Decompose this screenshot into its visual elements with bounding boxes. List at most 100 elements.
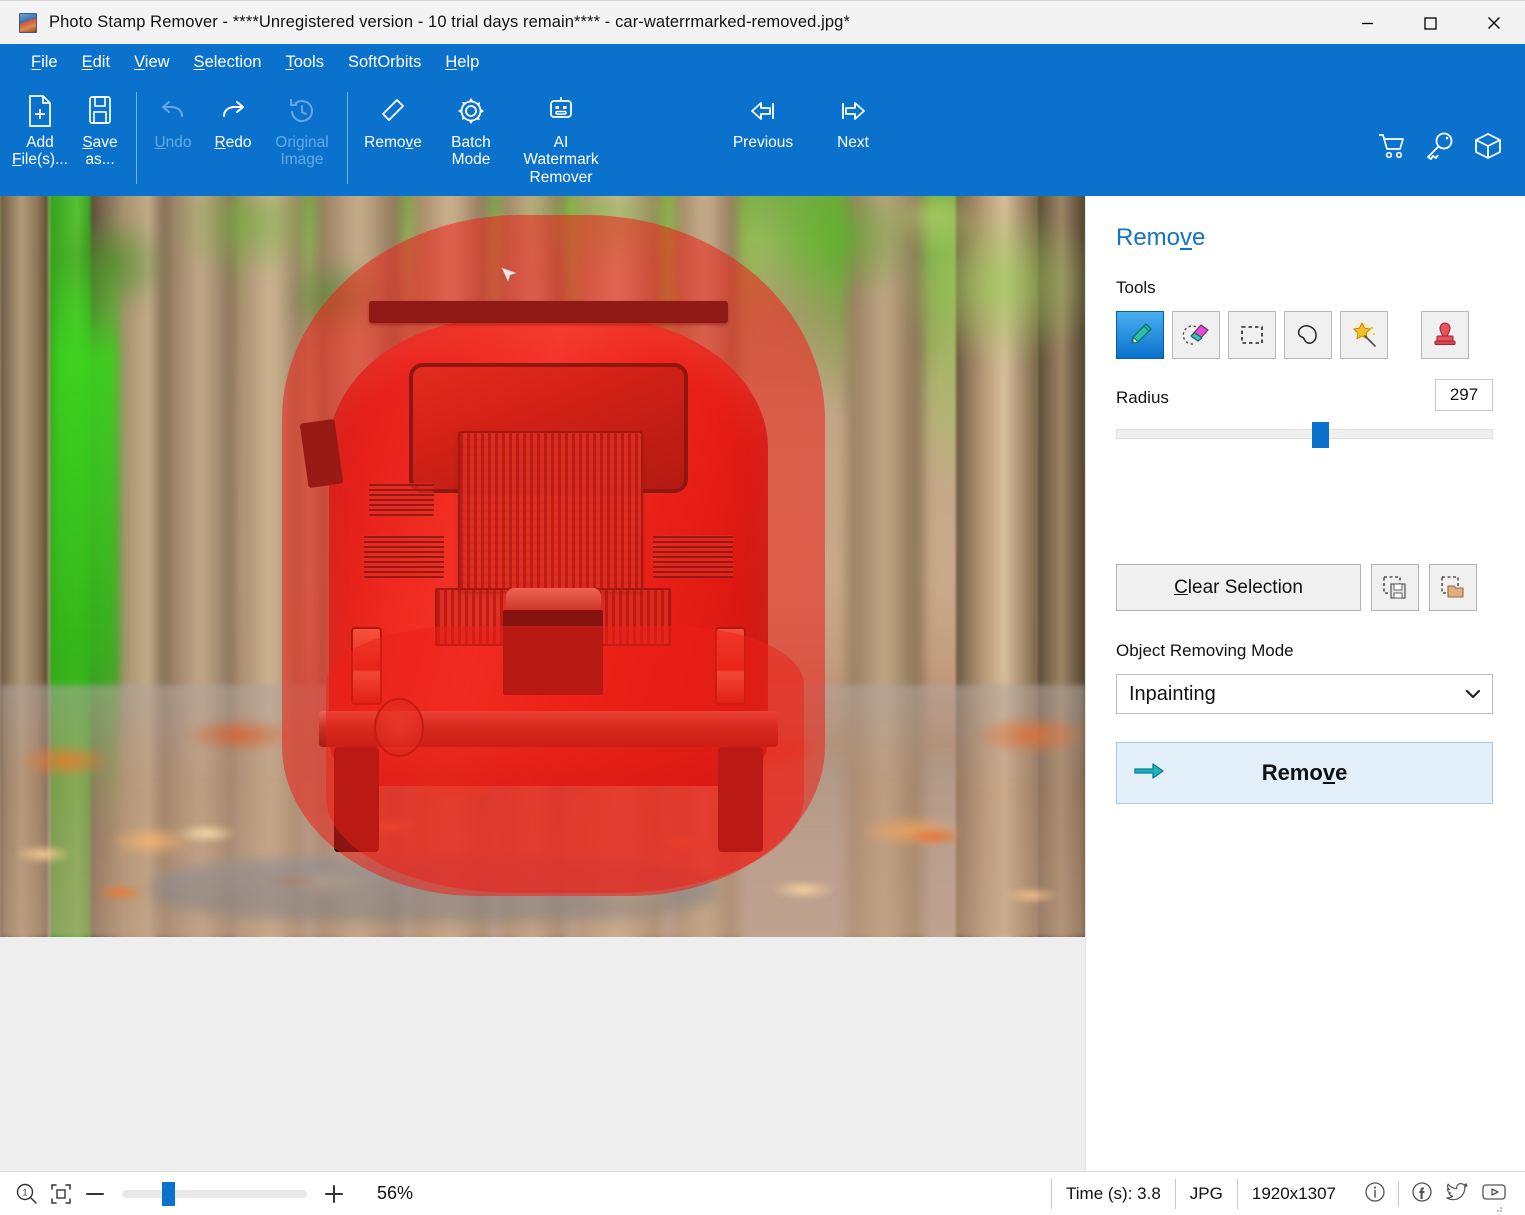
menu-tools[interactable]: Tools: [273, 50, 336, 76]
document-add-icon: [25, 90, 55, 132]
menu-view[interactable]: View: [122, 50, 181, 76]
maximize-button[interactable]: [1399, 1, 1462, 45]
car-license-plate: [503, 610, 604, 696]
save-selection-icon: [1383, 575, 1406, 599]
toolbar-previous-label: Previous: [732, 134, 794, 151]
resize-grip-icon[interactable]: [1493, 1203, 1503, 1213]
toolbar-separator-1: [136, 92, 137, 184]
car-vent-left-2: [363, 535, 444, 579]
radius-row: Radius 297: [1116, 379, 1493, 411]
lasso-icon: [1297, 325, 1317, 344]
object-removing-mode-label: Object Removing Mode: [1116, 641, 1294, 660]
radius-slider[interactable]: [1116, 422, 1493, 448]
eraser-icon: [377, 90, 409, 132]
tool-lasso[interactable]: [1284, 311, 1332, 359]
toolbar-separator-2: [347, 92, 348, 184]
arrow-right-icon: [837, 90, 869, 132]
remove-button-label: Remove: [1261, 760, 1348, 785]
radius-value-input[interactable]: 297: [1435, 379, 1493, 411]
toolbar-ai-label1: AI: [553, 134, 569, 151]
status-right: Time (s): 3.8 JPG 1920x1307: [1051, 1172, 1507, 1215]
toolbar-original-image-label1: Original: [275, 134, 329, 151]
toolbar-batch-mode[interactable]: Batch Mode: [432, 82, 510, 182]
toolbar-redo-label: Redo: [214, 134, 252, 151]
car-taillight-left: [351, 626, 383, 705]
toolbar-save-as-label1: Save: [82, 134, 118, 151]
object-removing-mode-select[interactable]: Inpainting: [1116, 674, 1493, 714]
minimize-button[interactable]: [1336, 1, 1399, 45]
menu-tools-label: T: [285, 53, 294, 71]
menu-edit-rest: dit: [92, 53, 111, 71]
menu-softorbits-label: SoftOrbits: [347, 53, 422, 71]
zoom-out-button[interactable]: [78, 1177, 112, 1211]
image-canvas-area[interactable]: [0, 196, 1086, 1171]
menu-help[interactable]: Help: [433, 50, 491, 76]
zoom-in-button[interactable]: [317, 1177, 351, 1211]
menu-view-label: V: [134, 53, 145, 71]
toolbar-remove[interactable]: Remove: [354, 82, 432, 182]
menu-file[interactable]: File: [19, 50, 70, 76]
toolbar-previous[interactable]: Previous: [712, 82, 814, 182]
tool-eraser[interactable]: [1172, 311, 1220, 359]
twitter-icon[interactable]: [1445, 1181, 1469, 1208]
remove-button[interactable]: Remove: [1116, 742, 1493, 804]
redo-arrow-icon: [217, 90, 249, 132]
toolbar-original-image[interactable]: Original Image: [263, 82, 341, 182]
radius-label: Radius: [1116, 388, 1169, 407]
zoom-one-to-one-icon[interactable]: 1: [10, 1177, 44, 1211]
zoom-slider[interactable]: [122, 1181, 307, 1206]
car-taillight-right: [714, 626, 746, 705]
zoom-slider-thumb[interactable]: [162, 1181, 176, 1206]
toolbar-ai-watermark-remover[interactable]: AI Watermark Remover: [510, 82, 612, 186]
toolbar-next[interactable]: Next: [814, 82, 892, 182]
open-selection-button[interactable]: [1429, 564, 1477, 611]
floppy-save-icon: [85, 90, 115, 132]
menu-edit[interactable]: Edit: [70, 50, 122, 76]
close-button[interactable]: [1462, 1, 1525, 45]
window-title: Photo Stamp Remover - ****Unregistered v…: [49, 13, 850, 31]
facebook-icon[interactable]: [1411, 1181, 1433, 1208]
menu-selection[interactable]: Selection: [182, 50, 274, 76]
status-format: JPG: [1174, 1179, 1237, 1209]
menu-file-rest: ile: [41, 53, 58, 71]
box-icon[interactable]: [1473, 132, 1503, 165]
svg-text:1: 1: [22, 1187, 27, 1197]
menu-help-label: H: [445, 53, 458, 71]
chevron-down-icon: [1466, 689, 1480, 699]
tool-brush[interactable]: [1116, 311, 1164, 359]
toolbar-redo[interactable]: Redo: [203, 82, 263, 182]
status-dimensions: 1920x1307: [1236, 1179, 1350, 1209]
magic-wand-icon: [1353, 322, 1376, 347]
menu-softorbits[interactable]: SoftOrbits: [336, 50, 433, 76]
toolbar-ai-label3: Remover: [529, 168, 593, 186]
menu-bar: File Edit View Selection Tools SoftOrbit…: [0, 44, 1525, 82]
clear-selection-button[interactable]: Clear Selection: [1116, 564, 1361, 611]
tools-row: [1116, 311, 1493, 359]
pencil-brush-icon: [1131, 323, 1152, 344]
menu-edit-label: E: [81, 53, 93, 71]
toolbar-original-image-label2: Image: [280, 151, 324, 169]
toolbar-undo[interactable]: Undo: [143, 82, 203, 182]
menu-help-rest: elp: [457, 53, 480, 71]
arrow-left-icon: [747, 90, 779, 132]
photo-image[interactable]: [0, 196, 1085, 937]
tool-rectangle-select[interactable]: [1228, 311, 1276, 359]
fit-to-window-icon[interactable]: [44, 1177, 78, 1211]
toolbar-save-as[interactable]: Save as...: [70, 82, 130, 182]
main-toolbar: Add File(s)... Save as... Undo Redo Orig…: [0, 82, 1525, 196]
history-clock-icon: [286, 90, 318, 132]
toolbar-add-files-label1: Add: [26, 134, 54, 151]
key-icon[interactable]: [1425, 132, 1455, 165]
tool-clone-stamp[interactable]: [1421, 311, 1469, 359]
tool-magic-wand[interactable]: [1340, 311, 1388, 359]
zoom-percent-label: 56%: [377, 1183, 414, 1203]
save-selection-button[interactable]: [1371, 564, 1419, 611]
dashed-rectangle-icon: [1241, 326, 1263, 344]
status-social-icons: [1350, 1181, 1507, 1208]
eraser-marker-icon: [1182, 324, 1209, 345]
info-icon[interactable]: [1364, 1181, 1386, 1208]
cart-icon[interactable]: [1377, 132, 1407, 165]
car-tire-left: [333, 747, 379, 852]
toolbar-add-files[interactable]: Add File(s)...: [10, 82, 70, 182]
radius-slider-thumb[interactable]: [1311, 422, 1329, 448]
